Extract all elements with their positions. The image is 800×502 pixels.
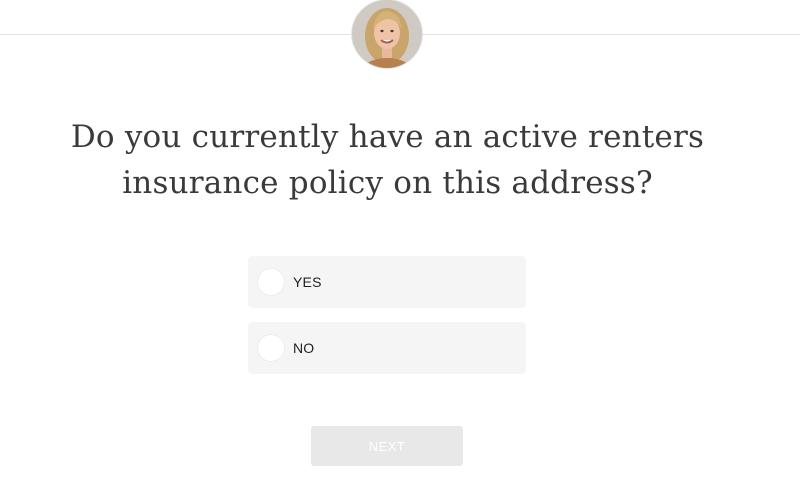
- yes-radio-button[interactable]: [258, 269, 284, 295]
- question-line-2: insurance policy on this address?: [122, 165, 653, 201]
- option-yes[interactable]: YES: [248, 256, 526, 308]
- question-heading: Do you currently have an active renters …: [40, 114, 735, 206]
- question-line-1: Do you currently have an active renters: [70, 119, 705, 155]
- next-button[interactable]: NEXT: [311, 426, 463, 466]
- option-no-label: NO: [293, 340, 315, 356]
- answer-options: YES NO: [248, 256, 526, 388]
- no-radio-button[interactable]: [258, 335, 284, 361]
- option-yes-label: YES: [293, 274, 322, 290]
- agent-portrait-icon: [352, 0, 422, 68]
- agent-avatar: [352, 0, 422, 68]
- option-no[interactable]: NO: [248, 322, 526, 374]
